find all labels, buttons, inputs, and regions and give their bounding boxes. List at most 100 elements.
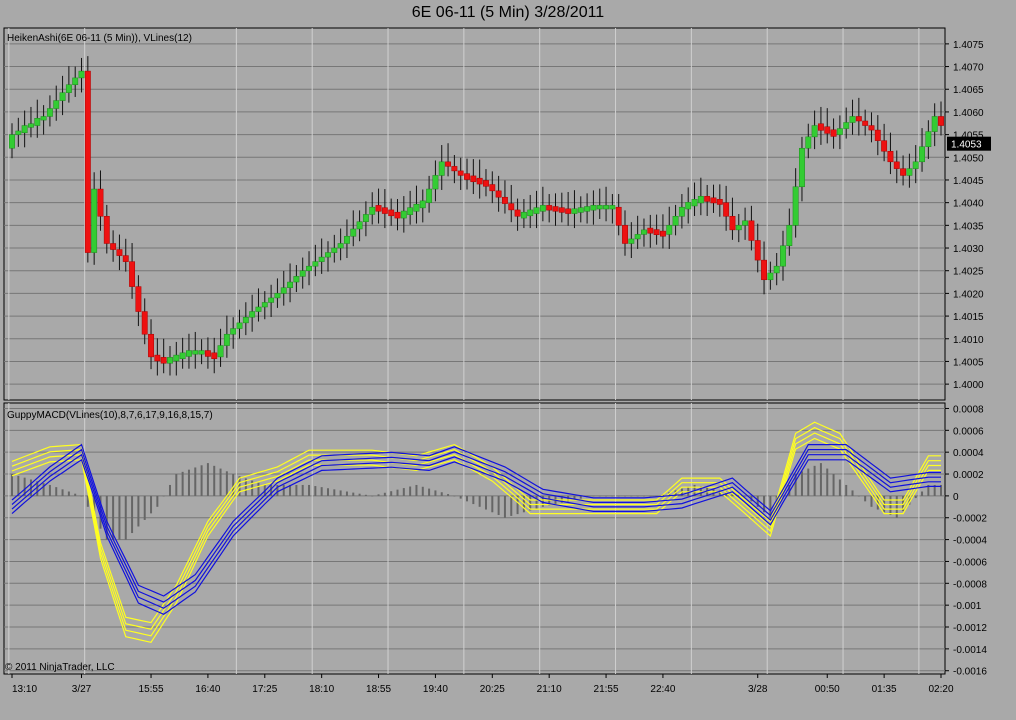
candle [723, 202, 730, 217]
histogram-bar [295, 484, 298, 496]
histogram-bar [390, 491, 393, 496]
candle [735, 225, 742, 231]
x-tick-label: 01:35 [872, 684, 897, 695]
candle [577, 207, 584, 213]
histogram-bar [308, 484, 311, 496]
candle [508, 203, 515, 211]
candle [862, 120, 869, 126]
candle [520, 211, 527, 219]
histogram-bar [636, 495, 639, 497]
histogram-bar [813, 465, 816, 496]
x-tick-label: 21:55 [594, 684, 619, 695]
histogram-bar [320, 487, 323, 496]
chart-canvas[interactable]: 1.4000 1.4005 1.4010 1.4015 1.4020 1.4025 1.40… [0, 0, 1016, 720]
histogram-bar [497, 495, 500, 516]
histogram-bar [168, 484, 171, 496]
histogram-bar [630, 495, 633, 497]
candle [874, 129, 881, 141]
candle [261, 302, 268, 308]
candle [122, 255, 129, 262]
candle [704, 196, 711, 202]
histogram-bar [187, 469, 190, 496]
candle [318, 256, 325, 262]
histogram-bar [649, 495, 652, 497]
histogram-bar [484, 495, 487, 510]
histogram-bar [453, 495, 456, 497]
histogram-bar [137, 495, 140, 527]
price-tick-label: 1.4050 [953, 153, 984, 164]
price-tick-label: 1.4065 [953, 85, 984, 96]
histogram-bar [358, 493, 361, 496]
candle [438, 161, 445, 176]
candle [350, 228, 357, 237]
price-tick-label: 1.4035 [953, 221, 984, 232]
candle [565, 208, 572, 214]
x-tick-label: 22:40 [650, 684, 675, 695]
candle [691, 199, 698, 207]
candle [59, 92, 66, 101]
price-tick-label: 1.4070 [953, 63, 984, 74]
histogram-bar [535, 495, 538, 509]
histogram-bar [826, 468, 829, 496]
candle [173, 354, 180, 362]
x-tick-label: 17:25 [252, 684, 277, 695]
macd-tick-label: -0.0016 [953, 667, 987, 678]
candle [160, 357, 167, 364]
candle [312, 261, 319, 267]
histogram-bar [225, 471, 228, 496]
histogram-bar [598, 495, 601, 497]
histogram-bar [175, 474, 178, 496]
x-tick-label: 16:40 [195, 684, 220, 695]
candle [135, 286, 142, 312]
candle [344, 235, 350, 244]
candle [9, 134, 15, 149]
candle [280, 287, 287, 294]
histogram-bar [503, 495, 506, 518]
candle [925, 131, 932, 147]
histogram-bar [491, 495, 494, 513]
candle [495, 190, 502, 198]
x-tick-label: 00:50 [815, 684, 840, 695]
macd-tick-label: -0.0008 [953, 579, 987, 590]
candle [786, 225, 793, 247]
candle [299, 270, 306, 277]
candle [666, 225, 673, 235]
candle [811, 125, 818, 138]
histogram-bar [352, 492, 355, 496]
candle [502, 196, 508, 204]
histogram-bar [851, 490, 854, 496]
copyright-label: © 2011 NinjaTrader, LLC [5, 662, 115, 673]
candle [325, 252, 331, 258]
histogram-bar [61, 489, 64, 496]
candle [204, 350, 211, 357]
candle [552, 206, 559, 212]
candle [268, 297, 275, 303]
macd-tick-label: -0.0004 [953, 536, 987, 547]
candle [881, 140, 888, 152]
macd-tick-label: -0.0012 [953, 623, 987, 634]
candle [887, 150, 894, 163]
histogram-bar [257, 482, 260, 496]
price-tick-label: 1.4000 [953, 380, 984, 391]
histogram-bar [459, 495, 462, 499]
candle [72, 77, 79, 85]
histogram-bar [162, 495, 165, 497]
candle [129, 261, 136, 287]
x-tick-label: 18:55 [366, 684, 391, 695]
histogram-bar [200, 465, 203, 496]
candle [742, 220, 749, 226]
candle [356, 221, 363, 230]
candle [571, 208, 578, 214]
x-tick-label: 02:20 [928, 684, 953, 695]
histogram-bar [478, 495, 481, 507]
candle [236, 322, 243, 329]
candle [514, 209, 521, 217]
histogram-bar [864, 495, 867, 502]
candle [331, 247, 338, 253]
price-tick-label: 1.4045 [953, 176, 984, 187]
candle [457, 170, 464, 176]
x-tick-label: 20:25 [480, 684, 505, 695]
candle [255, 306, 262, 312]
histogram-bar [624, 495, 627, 497]
candle [596, 205, 603, 210]
